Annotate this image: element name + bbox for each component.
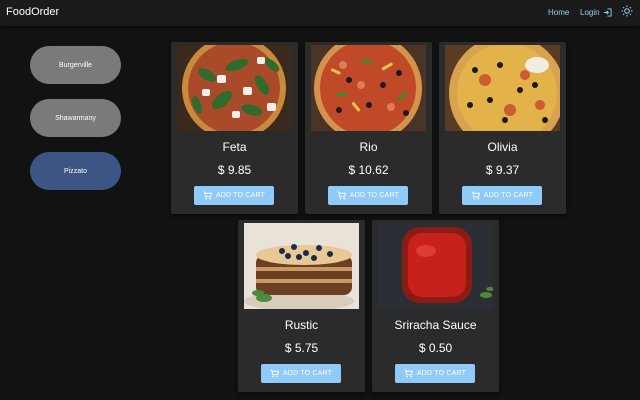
shop-label: Shawarmany xyxy=(55,114,96,122)
product-image-rustic-cake xyxy=(244,223,359,309)
top-app-bar: FoodOrder Home Login xyxy=(0,0,640,26)
product-image-feta-pizza xyxy=(177,45,292,131)
product-name: Sriracha Sauce xyxy=(394,318,477,332)
add-to-cart-label: ADD TO CART xyxy=(282,370,333,377)
product-image-sriracha-sauce xyxy=(378,223,493,309)
nav-home-link[interactable]: Home xyxy=(548,8,569,17)
cart-icon xyxy=(203,191,212,200)
nav-login-link[interactable]: Login xyxy=(580,8,612,17)
product-card-rustic: Rustic $ 5.75 ADD TO CART xyxy=(238,220,365,392)
theme-toggle-sun-icon[interactable] xyxy=(621,5,633,17)
product-price: $ 9.37 xyxy=(485,163,520,177)
product-price: $ 0.50 xyxy=(418,341,453,355)
shop-button-burgerville[interactable]: Burgerville xyxy=(30,46,121,84)
cart-icon xyxy=(471,191,480,200)
product-card-rio: Rio $ 10.62 ADD TO CART xyxy=(305,42,432,214)
add-to-cart-label: ADD TO CART xyxy=(215,192,266,199)
shop-label: Pizzato xyxy=(64,167,87,175)
add-to-cart-label: ADD TO CART xyxy=(416,370,467,377)
product-image-olivia-pizza xyxy=(445,45,560,131)
cart-icon xyxy=(404,369,413,378)
product-name: Rustic xyxy=(284,318,319,332)
cart-icon xyxy=(270,369,279,378)
product-name: Rio xyxy=(359,140,378,154)
product-card-sriracha-sauce: Sriracha Sauce $ 0.50 ADD TO CART xyxy=(372,220,499,392)
add-to-cart-label: ADD TO CART xyxy=(349,192,400,199)
shop-label: Burgerville xyxy=(58,61,93,69)
add-to-cart-label: ADD TO CART xyxy=(483,192,534,199)
product-price: $ 5.75 xyxy=(284,341,319,355)
add-to-cart-button[interactable]: ADD TO CART xyxy=(194,186,274,205)
login-icon xyxy=(603,8,612,17)
product-price: $ 10.62 xyxy=(348,163,389,177)
product-price: $ 9.85 xyxy=(217,163,252,177)
shop-button-shawarmany[interactable]: Shawarmany xyxy=(30,99,121,137)
product-card-feta: Feta $ 9.85 ADD TO CART xyxy=(171,42,298,214)
product-name: Feta xyxy=(222,140,247,154)
add-to-cart-button[interactable]: ADD TO CART xyxy=(395,364,475,383)
app-brand[interactable]: FoodOrder xyxy=(6,6,59,18)
product-card-olivia: Olivia $ 9.37 ADD TO CART xyxy=(439,42,566,214)
product-image-rio-pizza xyxy=(311,45,426,131)
product-name: Olivia xyxy=(487,140,518,154)
add-to-cart-button[interactable]: ADD TO CART xyxy=(328,186,408,205)
cart-icon xyxy=(337,191,346,200)
shop-button-pizzato[interactable]: Pizzato xyxy=(30,152,121,190)
add-to-cart-button[interactable]: ADD TO CART xyxy=(261,364,341,383)
add-to-cart-button[interactable]: ADD TO CART xyxy=(462,186,542,205)
nav-login-label: Login xyxy=(580,8,600,17)
